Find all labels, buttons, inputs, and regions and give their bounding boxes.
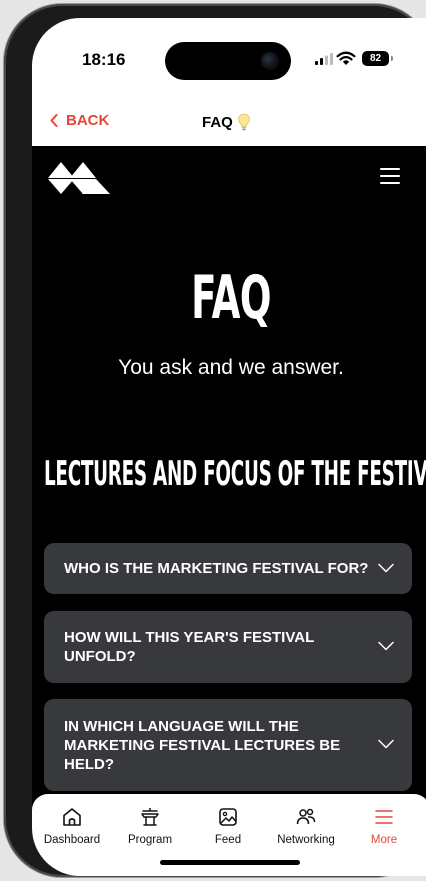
navigation-bar: BACK FAQ bbox=[32, 100, 426, 147]
faq-item[interactable]: HOW WILL THIS YEAR'S FESTIVAL UNFOLD? bbox=[44, 611, 412, 683]
status-time: 18:16 bbox=[82, 50, 126, 69]
page-title: FAQ bbox=[202, 113, 251, 131]
signal-icon bbox=[315, 53, 333, 65]
status-bar: 18:16 82 bbox=[32, 18, 426, 100]
dynamic-island bbox=[165, 42, 291, 80]
image-icon bbox=[219, 808, 237, 826]
section-title: LECTURES AND FOCUS OF THE FESTIVAL bbox=[44, 454, 426, 494]
page-title-text: FAQ bbox=[202, 113, 233, 131]
faq-question: IN WHICH LANGUAGE WILL THE MARKETING FES… bbox=[64, 717, 341, 773]
menu-icon bbox=[375, 810, 393, 824]
tab-label: Dashboard bbox=[43, 834, 101, 846]
wifi-icon bbox=[336, 51, 356, 65]
tab-label: Networking bbox=[277, 834, 335, 846]
hero-subtitle: You ask and we answer. bbox=[118, 356, 344, 379]
main-content: FAQ You ask and we answer. LECTURES AND … bbox=[32, 146, 426, 806]
phone-frame: 18:16 82 BACK FAQ FAQ You ask and we ans… bbox=[4, 4, 426, 877]
screen: 18:16 82 BACK FAQ FAQ You ask and we ans… bbox=[32, 18, 426, 876]
hamburger-menu-icon[interactable] bbox=[380, 168, 400, 184]
tab-program[interactable]: Program bbox=[112, 806, 188, 846]
chevron-down-icon bbox=[378, 563, 394, 572]
tab-more[interactable]: More bbox=[346, 806, 422, 846]
tab-networking[interactable]: Networking bbox=[268, 806, 344, 846]
faq-question: HOW WILL THIS YEAR'S FESTIVAL UNFOLD? bbox=[64, 629, 314, 665]
battery-icon: 82 bbox=[362, 51, 393, 66]
faq-item[interactable]: WHO IS THE MARKETING FESTIVAL FOR? bbox=[44, 543, 412, 594]
hero-title: FAQ bbox=[191, 263, 271, 333]
chevron-left-icon bbox=[50, 114, 58, 127]
podium-icon bbox=[141, 808, 159, 826]
faq-item[interactable]: IN WHICH LANGUAGE WILL THE MARKETING FES… bbox=[44, 699, 412, 791]
home-icon bbox=[63, 808, 81, 826]
tab-feed[interactable]: Feed bbox=[190, 806, 266, 846]
tab-dashboard[interactable]: Dashboard bbox=[34, 806, 110, 846]
people-icon bbox=[296, 808, 316, 825]
home-indicator bbox=[160, 860, 300, 865]
chevron-down-icon bbox=[378, 739, 394, 749]
tab-label: Program bbox=[127, 834, 173, 846]
back-button[interactable]: BACK bbox=[50, 112, 109, 129]
back-label: BACK bbox=[66, 112, 110, 129]
camera-icon bbox=[261, 52, 279, 70]
chevron-down-icon bbox=[378, 641, 394, 651]
lightbulb-icon bbox=[237, 113, 250, 131]
faq-question: WHO IS THE MARKETING FESTIVAL FOR? bbox=[64, 560, 369, 577]
tab-label: More bbox=[370, 834, 398, 846]
triangles-logo[interactable] bbox=[44, 160, 114, 196]
tab-label: Feed bbox=[214, 834, 242, 846]
tab-bar: Dashboard Program Feed Networking More bbox=[32, 794, 426, 876]
